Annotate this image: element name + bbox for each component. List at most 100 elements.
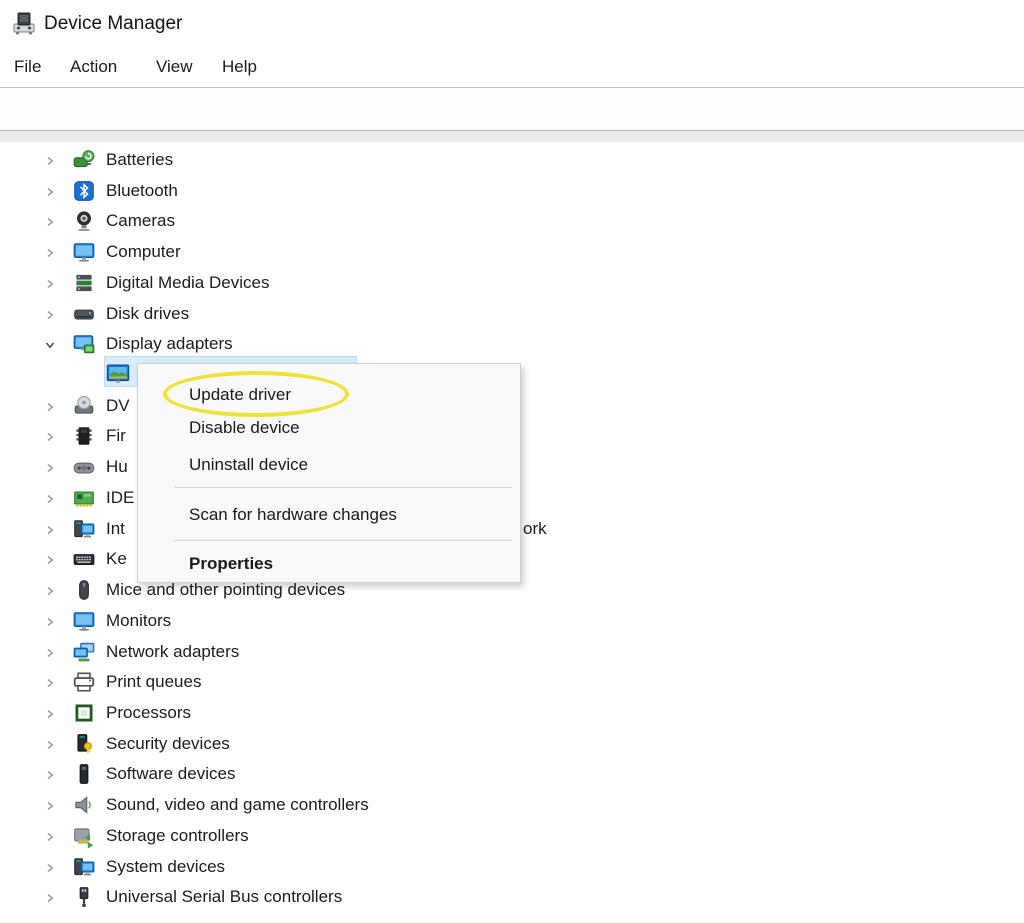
- chevron-right-icon[interactable]: [44, 523, 56, 535]
- tree-item-label: Bluetooth: [106, 176, 178, 206]
- digital-media-icon: [72, 271, 96, 295]
- tower-monitor-icon: [72, 517, 96, 541]
- chevron-right-icon[interactable]: [44, 676, 56, 688]
- gpu-icon: [105, 361, 129, 385]
- menu-separator: [174, 487, 512, 488]
- tree-item-label: Fir: [106, 421, 126, 451]
- chevron-right-icon[interactable]: [44, 553, 56, 565]
- storage-controller-icon: [72, 824, 96, 848]
- tree-item-label: System devices: [106, 852, 225, 882]
- chevron-right-icon[interactable]: [44, 154, 56, 166]
- tree-item-processors[interactable]: Processors: [0, 698, 1024, 728]
- chevron-right-icon[interactable]: [44, 185, 56, 197]
- tree-item-label: Monitors: [106, 606, 171, 636]
- tree-item-label: Sound, video and game controllers: [106, 790, 369, 820]
- tree-item-label: DV: [106, 391, 130, 421]
- menu-help[interactable]: Help: [222, 48, 257, 86]
- security-device-icon: [72, 732, 96, 756]
- network-adapter-icon: [72, 640, 96, 664]
- device-manager-window: Device Manager File Action View Help ? Batt…: [0, 0, 1024, 923]
- bluetooth-icon: [72, 179, 96, 203]
- menu-view[interactable]: View: [156, 48, 193, 86]
- tree-item-disk-drives[interactable]: Disk drives: [0, 299, 1024, 329]
- display-adapter-icon: [72, 332, 96, 356]
- tree-item-label: IDE: [106, 483, 134, 513]
- chevron-right-icon[interactable]: [44, 799, 56, 811]
- hid-icon: [72, 455, 96, 479]
- tree-item-label: Int: [106, 514, 125, 544]
- tree-item-print-queues[interactable]: Print queues: [0, 667, 1024, 697]
- menu-item-properties[interactable]: Properties: [138, 549, 520, 579]
- tree-item-security-devices[interactable]: Security devices: [0, 729, 1024, 759]
- processor-icon: [72, 701, 96, 725]
- tree-item-label: Batteries: [106, 145, 173, 175]
- menu-bar: File Action View Help: [0, 48, 1024, 88]
- monitor-icon: [72, 609, 96, 633]
- chevron-right-icon[interactable]: [44, 646, 56, 658]
- tree-item-batteries[interactable]: Batteries: [0, 145, 1024, 175]
- chevron-right-icon[interactable]: [44, 215, 56, 227]
- chevron-right-icon[interactable]: [44, 430, 56, 442]
- tree-item-label: Software devices: [106, 759, 235, 789]
- chevron-right-icon[interactable]: [44, 891, 56, 903]
- tree-item-software-devices[interactable]: Software devices: [0, 759, 1024, 789]
- menu-item-scan-for-hardware-changes[interactable]: Scan for hardware changes: [138, 500, 520, 530]
- title-bar: Device Manager: [0, 0, 1024, 48]
- software-device-icon: [72, 762, 96, 786]
- chevron-right-icon[interactable]: [44, 246, 56, 258]
- menu-action[interactable]: Action: [70, 48, 117, 86]
- keyboard-icon: [72, 547, 96, 571]
- tree-item-sound-video-and-game-controllers[interactable]: Sound, video and game controllers: [0, 790, 1024, 820]
- speaker-icon: [72, 793, 96, 817]
- chevron-right-icon[interactable]: [44, 584, 56, 596]
- chevron-right-icon[interactable]: [44, 400, 56, 412]
- tree-item-label: Print queues: [106, 667, 201, 697]
- tree-item-system-devices[interactable]: System devices: [0, 852, 1024, 882]
- menu-item-disable-device[interactable]: Disable device: [138, 413, 520, 443]
- usb-icon: [72, 885, 96, 909]
- menu-item-uninstall-device[interactable]: Uninstall device: [138, 450, 520, 480]
- tree-item-network-adapters[interactable]: Network adapters: [0, 637, 1024, 667]
- chevron-right-icon[interactable]: [44, 308, 56, 320]
- chevron-right-icon[interactable]: [44, 461, 56, 473]
- chevron-right-icon[interactable]: [44, 768, 56, 780]
- chevron-right-icon[interactable]: [44, 861, 56, 873]
- device-manager-icon: [11, 9, 37, 39]
- firmware-icon: [72, 424, 96, 448]
- tree-item-label: Ke: [106, 544, 127, 574]
- chevron-down-icon[interactable]: [44, 338, 56, 350]
- disk-drive-icon: [72, 302, 96, 326]
- ide-card-icon: [72, 486, 96, 510]
- chevron-right-icon[interactable]: [44, 492, 56, 504]
- chevron-right-icon[interactable]: [44, 830, 56, 842]
- tree-item-cameras[interactable]: Cameras: [0, 206, 1024, 236]
- tree-item-label: Processors: [106, 698, 191, 728]
- mouse-icon: [72, 578, 96, 602]
- tree-item-monitors[interactable]: Monitors: [0, 606, 1024, 636]
- menu-separator: [174, 540, 512, 541]
- camera-icon: [72, 209, 96, 233]
- tree-item-display-adapters[interactable]: Display adapters: [0, 329, 1024, 359]
- window-title: Device Manager: [44, 0, 182, 48]
- tree-item-label: Disk drives: [106, 299, 189, 329]
- computer-icon: [72, 240, 96, 264]
- tree-item-bluetooth[interactable]: Bluetooth: [0, 176, 1024, 206]
- tree-item-storage-controllers[interactable]: Storage controllers: [0, 821, 1024, 851]
- tree-item-label: Network adapters: [106, 637, 239, 667]
- tree-item-digital-media-devices[interactable]: Digital Media Devices: [0, 268, 1024, 298]
- dvd-drive-icon: [72, 394, 96, 418]
- chevron-right-icon[interactable]: [44, 738, 56, 750]
- toolbar: ?: [0, 88, 1024, 130]
- tree-item-universal-serial-bus-controllers[interactable]: Universal Serial Bus controllers: [0, 882, 1024, 912]
- tree-item-label: Computer: [106, 237, 181, 267]
- tree-item-label: Security devices: [106, 729, 230, 759]
- tree-item-label: Storage controllers: [106, 821, 249, 851]
- tree-item-computer[interactable]: Computer: [0, 237, 1024, 267]
- chevron-right-icon[interactable]: [44, 707, 56, 719]
- chevron-right-icon[interactable]: [44, 615, 56, 627]
- tree-item-label: Hu: [106, 452, 128, 482]
- tree-item-label: Display adapters: [106, 329, 233, 359]
- menu-file[interactable]: File: [14, 48, 41, 86]
- chevron-right-icon[interactable]: [44, 277, 56, 289]
- tree-item-label-fragment: ork: [523, 514, 547, 544]
